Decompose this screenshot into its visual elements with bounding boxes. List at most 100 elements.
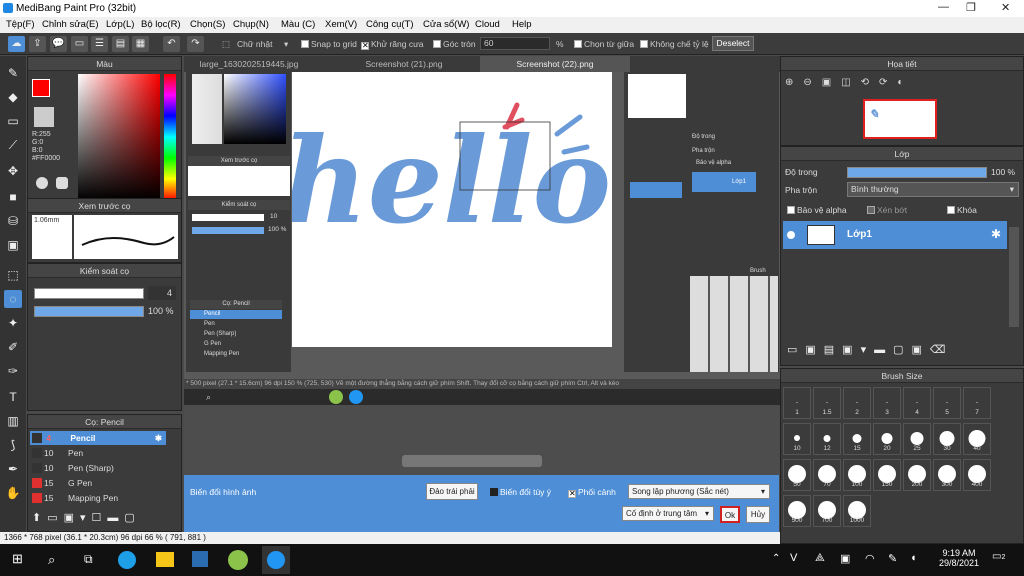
blend-select[interactable]: Bình thường ▾ <box>847 182 1019 197</box>
brush-item-pencil[interactable]: 4 Pencil ✱ <box>30 431 166 445</box>
menu-edit[interactable]: Chỉnh sửa(E) <box>42 19 99 30</box>
brush-size-cell[interactable]: 1.5 <box>813 387 841 419</box>
ok-button[interactable]: Ok <box>720 506 740 523</box>
layer-row[interactable]: Lớp1 ✱ <box>783 221 1007 249</box>
brush-size-cell[interactable]: 100 <box>843 459 871 491</box>
restore-button[interactable]: ❐ <box>966 1 976 14</box>
minimize-button[interactable]: — <box>938 1 949 13</box>
lasso-tool-icon[interactable]: ◌ <box>4 290 22 308</box>
perspective-checkbox[interactable]: ✕ Phối cảnh <box>568 487 616 498</box>
clock[interactable]: 9:19 AM 29/8/2021 <box>938 548 980 568</box>
brush-size-cell[interactable]: 12 <box>813 423 841 455</box>
brush-size-cell[interactable]: 4 <box>903 387 931 419</box>
select-tool-icon[interactable]: ⬚ <box>4 266 22 284</box>
menu-filter[interactable]: Bộ lọc(R) <box>141 19 181 30</box>
brush-size-cell[interactable]: 1000 <box>843 495 871 527</box>
menu-select[interactable]: Chọn(S) <box>190 19 225 30</box>
task-view-icon[interactable]: ⧉ <box>84 552 93 567</box>
cancel-button[interactable]: Hủy <box>746 506 770 523</box>
line-tool-icon[interactable]: ⟋ <box>4 136 22 154</box>
brush-size-cell[interactable]: 300 <box>933 459 961 491</box>
antialias-checkbox[interactable]: ✕ Khử răng cưa <box>361 39 424 50</box>
tab-screenshot-22[interactable]: Screenshot (22).png <box>480 56 630 72</box>
undo-icon[interactable]: ↶ <box>163 36 180 52</box>
brush-size-cell[interactable]: 3 <box>873 387 901 419</box>
brush-settings-icon[interactable]: ✱ <box>155 431 162 445</box>
round-checkbox[interactable]: Góc tròn <box>433 39 476 49</box>
round-value-input[interactable]: 60 <box>480 37 550 50</box>
windows-start-icon[interactable]: ⊞ <box>12 552 26 566</box>
chevron-up-icon[interactable]: ⌃ <box>772 553 780 564</box>
chrome-taskbar-button[interactable] <box>262 546 290 574</box>
horizontal-scrollbar[interactable] <box>402 455 542 467</box>
brush-size-cell[interactable]: 30 <box>933 423 961 455</box>
anchor-select[interactable]: Cố định ở trung tâm ▾ <box>622 506 714 521</box>
canvas-gray-area[interactable] <box>184 405 780 475</box>
menu-tools[interactable]: Công cụ(T) <box>366 19 414 30</box>
redo-icon[interactable]: ↷ <box>187 36 204 52</box>
store-icon[interactable] <box>192 551 208 567</box>
brush-item-pen[interactable]: 10 Pen <box>30 446 166 460</box>
rectangle-tool-icon[interactable]: ▭ <box>4 112 22 130</box>
notification-icon[interactable]: ▭2 <box>992 551 1012 569</box>
grid-icon[interactable]: ▦ <box>132 36 149 52</box>
eraser-tool-icon[interactable]: ◆ <box>4 88 22 106</box>
ratio-checkbox[interactable]: Không chế tỷ lệ <box>640 39 709 49</box>
pen-icon[interactable]: ✎ <box>888 552 897 565</box>
bucket-tool-icon[interactable]: ⛁ <box>4 212 22 230</box>
brush-size-cell[interactable]: 400 <box>963 459 991 491</box>
brush-size-cell[interactable]: 5 <box>933 387 961 419</box>
close-button[interactable]: ✕ <box>1001 1 1010 14</box>
dropper-tool-icon[interactable]: ✒ <box>4 460 22 478</box>
brush-size-cell[interactable]: 50 <box>783 459 811 491</box>
menu-layer[interactable]: Lớp(L) <box>106 19 134 30</box>
drawing-canvas[interactable]: hello <box>292 72 612 347</box>
text-tool-icon[interactable]: T <box>4 388 22 406</box>
medibang-taskbar-icon[interactable] <box>228 550 248 570</box>
magic-wand-icon[interactable]: ✦ <box>4 314 22 332</box>
menu-capture[interactable]: Chụp(N) <box>233 19 269 30</box>
brush-size-cell[interactable]: 25 <box>903 423 931 455</box>
navigator-thumbnail[interactable]: ✎ <box>863 99 937 139</box>
opacity-slider[interactable] <box>34 306 144 317</box>
eyedropper-tool-icon[interactable]: ⟆ <box>4 436 22 454</box>
menu-help[interactable]: Help <box>512 19 532 30</box>
chat-icon[interactable]: ▭ <box>71 36 88 52</box>
primary-color-swatch[interactable] <box>32 79 50 97</box>
layer-actions[interactable]: ▭▣▤▣▾▬▢▣⌫ <box>787 343 987 359</box>
file-explorer-icon[interactable] <box>156 552 174 567</box>
menu-file[interactable]: Tệp(F) <box>6 19 35 30</box>
size-value[interactable]: 4 <box>148 286 176 300</box>
visibility-icon[interactable] <box>787 231 795 239</box>
select-eraser-icon[interactable]: ✑ <box>4 362 22 380</box>
app-tray-icon[interactable]: ⟁ <box>815 552 825 565</box>
gradient-tool-icon[interactable]: ▣ <box>4 236 22 254</box>
center-checkbox[interactable]: Chọn từ giữa <box>574 39 634 49</box>
layer-opacity-slider[interactable] <box>847 167 987 178</box>
brush-size-cell[interactable]: 15 <box>843 423 871 455</box>
brush-size-cell[interactable]: 200 <box>903 459 931 491</box>
lock-checkbox[interactable]: Khóa <box>947 205 977 215</box>
brush-size-cell[interactable]: 150 <box>873 459 901 491</box>
brush-item-pen-sharp[interactable]: 10 Pen (Sharp) <box>30 461 166 475</box>
interpolation-select[interactable]: Song lập phương (Sắc nét) ▾ <box>628 484 770 499</box>
share-icon[interactable]: ⇪ <box>29 36 46 52</box>
menu-view[interactable]: Xem(V) <box>325 19 357 30</box>
menu-window[interactable]: Cửa sổ(W) <box>423 19 469 30</box>
brush-size-cell[interactable]: 10 <box>783 423 811 455</box>
palette-icon[interactable] <box>36 177 48 189</box>
eyedropper-icon[interactable] <box>56 177 68 189</box>
protect-alpha-checkbox[interactable]: Bảo vệ alpha <box>787 205 847 215</box>
search-icon[interactable]: ⌕ <box>48 552 55 568</box>
divide-tool-icon[interactable]: ▥ <box>4 412 22 430</box>
brush-tool-icon[interactable]: ✎ <box>4 64 22 82</box>
menu-cloud[interactable]: Cloud <box>475 19 500 30</box>
brush-size-cell[interactable]: 1 <box>783 387 811 419</box>
list-icon[interactable]: ▤ <box>112 36 129 52</box>
free-transform-checkbox[interactable]: Biến đổi tùy ý <box>490 487 551 497</box>
shape-dropdown-icon[interactable]: ▾ <box>284 39 288 50</box>
tab-large[interactable]: large_1630202519445.jpg <box>184 56 314 72</box>
hand-tool-icon[interactable]: ✋ <box>4 484 22 502</box>
cloud-icon[interactable]: ☁ <box>8 36 25 52</box>
transparent-swatch[interactable] <box>34 107 54 127</box>
